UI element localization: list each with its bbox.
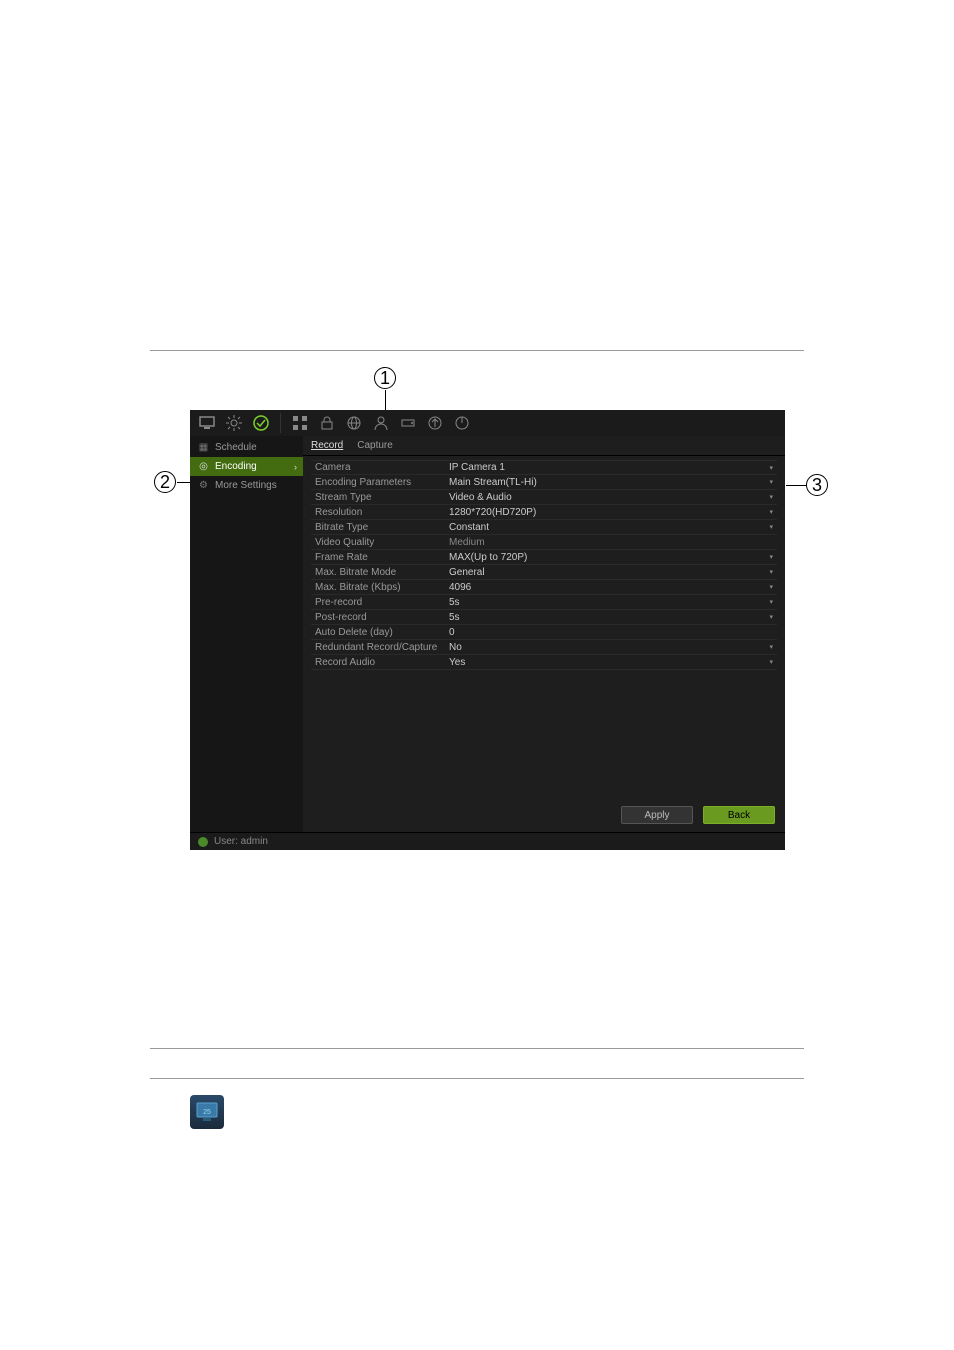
- lock-icon[interactable]: [318, 414, 336, 432]
- annotation-1: 1: [374, 367, 396, 389]
- status-dot-icon: [198, 837, 208, 847]
- row-pre-record: Pre-record 5s▾: [311, 595, 777, 610]
- chevron-down-icon: ▾: [769, 583, 773, 591]
- sidebar-item-label: Schedule: [215, 442, 257, 453]
- label-record-audio: Record Audio: [311, 657, 445, 668]
- row-max-bitrate-kbps: Max. Bitrate (Kbps) 4096▾: [311, 580, 777, 595]
- value-auto-delete[interactable]: 0: [445, 627, 777, 638]
- value-frame-rate[interactable]: MAX(Up to 720P)▾: [445, 552, 777, 563]
- value-resolution[interactable]: 1280*720(HD720P)▾: [445, 507, 777, 518]
- tabs: Record Capture: [303, 436, 785, 456]
- value-post-record[interactable]: 5s▾: [445, 612, 777, 623]
- row-stream-type: Stream Type Video & Audio▾: [311, 490, 777, 505]
- sidebar: ▦ Schedule ◎ Encoding › ⚙ More Settings: [190, 436, 303, 832]
- label-camera: Camera: [311, 462, 445, 473]
- settings-tool-icon[interactable]: [225, 414, 243, 432]
- chevron-down-icon: ▾: [769, 658, 773, 666]
- chevron-down-icon: ▾: [769, 523, 773, 531]
- label-video-quality: Video Quality: [311, 537, 445, 548]
- tab-capture[interactable]: Capture: [357, 440, 393, 451]
- row-redundant: Redundant Record/Capture No▾: [311, 640, 777, 655]
- label-post-record: Post-record: [311, 612, 445, 623]
- chevron-down-icon: ▾: [769, 478, 773, 486]
- annotation-2-line: [177, 482, 191, 483]
- upload-icon[interactable]: [426, 414, 444, 432]
- value-pre-record[interactable]: 5s▾: [445, 597, 777, 608]
- chevron-down-icon: ▾: [769, 464, 773, 472]
- value-max-bitrate-mode[interactable]: General▾: [445, 567, 777, 578]
- value-record-audio[interactable]: Yes▾: [445, 657, 777, 668]
- globe-icon[interactable]: [345, 414, 363, 432]
- chevron-down-icon: ▾: [769, 553, 773, 561]
- sidebar-item-schedule[interactable]: ▦ Schedule: [190, 438, 303, 457]
- sidebar-item-label: Encoding: [215, 461, 257, 472]
- annotation-3-line: [786, 485, 806, 486]
- label-frame-rate: Frame Rate: [311, 552, 445, 563]
- disk-icon[interactable]: [399, 414, 417, 432]
- value-stream-type[interactable]: Video & Audio▾: [445, 492, 777, 503]
- row-camera: Camera IP Camera 1▾: [311, 460, 777, 475]
- value-max-bitrate-kbps[interactable]: 4096▾: [445, 582, 777, 593]
- label-bitrate-type: Bitrate Type: [311, 522, 445, 533]
- screenshot-window: ▦ Schedule ◎ Encoding › ⚙ More Settings …: [190, 410, 785, 850]
- row-auto-delete: Auto Delete (day) 0: [311, 625, 777, 640]
- chevron-down-icon: ▾: [769, 643, 773, 651]
- row-post-record: Post-record 5s▾: [311, 610, 777, 625]
- label-stream-type: Stream Type: [311, 492, 445, 503]
- row-video-quality: Video Quality Medium: [311, 535, 777, 550]
- sidebar-item-label: More Settings: [215, 480, 277, 491]
- user-icon[interactable]: [372, 414, 390, 432]
- row-encoding-parameters: Encoding Parameters Main Stream(TL-Hi)▾: [311, 475, 777, 490]
- calendar-icon: ▦: [198, 442, 209, 453]
- chevron-down-icon: ▾: [769, 493, 773, 501]
- label-encoding-parameters: Encoding Parameters: [311, 477, 445, 488]
- row-bitrate-type: Bitrate Type Constant▾: [311, 520, 777, 535]
- chevron-down-icon: ▾: [769, 613, 773, 621]
- apply-button[interactable]: Apply: [621, 806, 693, 824]
- power-icon[interactable]: [453, 414, 471, 432]
- chevron-down-icon: ▾: [769, 508, 773, 516]
- value-bitrate-type[interactable]: Constant▾: [445, 522, 777, 533]
- circle-icon: ◎: [198, 461, 209, 472]
- value-video-quality: Medium: [445, 537, 777, 548]
- row-record-audio: Record Audio Yes▾: [311, 655, 777, 670]
- status-bar: User: admin: [190, 832, 785, 850]
- gear-icon: ⚙: [198, 480, 209, 491]
- main-panel: Record Capture Camera IP Camera 1▾ Encod…: [303, 436, 785, 832]
- label-max-bitrate-kbps: Max. Bitrate (Kbps): [311, 582, 445, 593]
- chevron-right-icon: ›: [294, 462, 297, 472]
- label-redundant: Redundant Record/Capture: [311, 642, 445, 653]
- sidebar-item-encoding[interactable]: ◎ Encoding ›: [190, 457, 303, 476]
- footer: Apply Back: [303, 798, 785, 832]
- row-max-bitrate-mode: Max. Bitrate Mode General▾: [311, 565, 777, 580]
- value-camera[interactable]: IP Camera 1▾: [445, 462, 777, 473]
- grid-icon[interactable]: [291, 414, 309, 432]
- monitor-icon[interactable]: [198, 414, 216, 432]
- label-max-bitrate-mode: Max. Bitrate Mode: [311, 567, 445, 578]
- row-frame-rate: Frame Rate MAX(Up to 720P)▾: [311, 550, 777, 565]
- back-button[interactable]: Back: [703, 806, 775, 824]
- annotation-3: 3: [806, 474, 828, 496]
- label-resolution: Resolution: [311, 507, 445, 518]
- form: Camera IP Camera 1▾ Encoding Parameters …: [303, 456, 785, 670]
- status-user: User: admin: [214, 836, 268, 847]
- sidebar-item-more-settings[interactable]: ⚙ More Settings: [190, 476, 303, 495]
- value-redundant[interactable]: No▾: [445, 642, 777, 653]
- check-icon[interactable]: [252, 414, 270, 432]
- row-resolution: Resolution 1280*720(HD720P)▾: [311, 505, 777, 520]
- annotation-2: 2: [154, 471, 176, 493]
- label-pre-record: Pre-record: [311, 597, 445, 608]
- chevron-down-icon: ▾: [769, 598, 773, 606]
- value-encoding-parameters[interactable]: Main Stream(TL-Hi)▾: [445, 477, 777, 488]
- live-view-icon: 25: [190, 1095, 224, 1129]
- tab-record[interactable]: Record: [311, 440, 343, 451]
- svg-text:25: 25: [203, 1109, 211, 1116]
- chevron-down-icon: ▾: [769, 568, 773, 576]
- label-auto-delete: Auto Delete (day): [311, 627, 445, 638]
- top-toolbar: [190, 410, 785, 436]
